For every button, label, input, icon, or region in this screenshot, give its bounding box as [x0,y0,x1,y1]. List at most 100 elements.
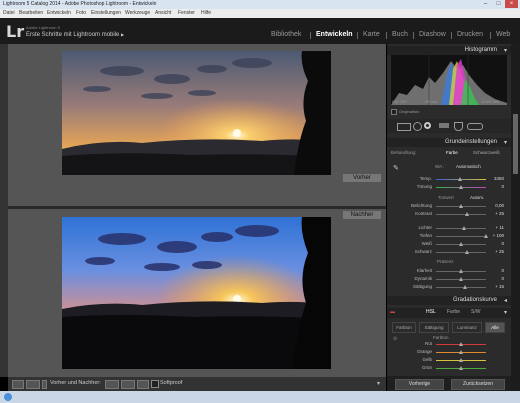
swap-before-after-button[interactable] [137,380,149,389]
module-web[interactable]: Web [496,31,510,38]
original-photo-checkbox[interactable] [391,109,397,115]
hsl-3-slider[interactable] [436,366,486,370]
treatment-color-option[interactable]: Farbe [446,150,458,155]
whites-slider[interactable] [436,242,486,246]
exposure-value[interactable]: 0,00 [488,203,504,208]
saturation-slider[interactable] [436,285,486,289]
copy-before-to-after-button[interactable] [105,380,119,389]
start-button-icon[interactable] [4,393,12,401]
menu-datei[interactable]: Datei [3,10,15,16]
treatment-bw-option[interactable]: Schwarzweiß [473,150,500,155]
white-balance-eyedropper-icon[interactable]: ✎ [393,164,399,172]
graduated-filter-icon[interactable] [439,123,449,128]
histogram-header[interactable]: Histogramm ▾ [387,46,511,55]
hsl-0-slider-handle[interactable] [459,342,463,346]
hsl-tab-all[interactable]: Alle [485,322,505,333]
tone-curve-header[interactable]: Gradationskurve ◂ [387,296,511,305]
module-drucken[interactable]: Drucken [457,31,483,38]
view-dropdown-button[interactable] [42,380,47,389]
vibrance-value[interactable]: 0 [488,276,504,281]
tone-auto-button[interactable]: Autom. [470,195,484,200]
loupe-view-button[interactable] [12,380,24,389]
module-entwickeln[interactable]: Entwickeln [316,31,353,38]
saturation-value[interactable]: + 15 [488,284,504,289]
hsl-mode-bw[interactable]: S/W [471,309,480,315]
previous-settings-button[interactable]: Vorherige [395,379,444,390]
exposure-slider[interactable] [436,204,486,208]
hsl-3-slider-handle[interactable] [459,366,463,370]
hsl-0-slider[interactable] [436,342,486,346]
saturation-slider-handle[interactable] [462,285,467,289]
tint-slider-handle[interactable] [459,185,463,189]
module-karte[interactable]: Karte [363,31,380,38]
toolbar-menu-arrow-icon[interactable]: ▾ [377,380,380,387]
copy-after-to-before-button[interactable] [121,380,135,389]
highlights-slider[interactable] [436,226,486,230]
adjustment-brush-icon[interactable] [467,123,483,130]
module-diashow[interactable]: Diashow [419,31,446,38]
blacks-value[interactable]: + 25 [488,249,504,254]
spot-removal-icon[interactable] [413,122,422,131]
vibrance-slider-handle[interactable] [459,277,463,281]
clarity-value[interactable]: 0 [488,268,504,273]
hsl-2-slider[interactable] [436,358,486,362]
temperature-value[interactable]: 3450 [488,176,504,181]
basic-panel-header[interactable]: Grundeinstellungen ▾ [387,138,511,147]
menu-einstellungen[interactable]: Einstellungen [91,10,121,16]
temperature-slider-handle[interactable] [457,177,462,181]
hsl-tab-saturation[interactable]: Sättigung [419,322,449,333]
close-button[interactable]: × [505,0,518,8]
exposure-slider-handle[interactable] [459,204,463,208]
menu-foto[interactable]: Foto [76,10,86,16]
menu-fenster[interactable]: Fenster [178,10,195,16]
contrast-value[interactable]: + 25 [488,211,504,216]
reset-button[interactable]: Zurücksetzen [451,379,505,390]
before-after-view-button[interactable] [26,380,40,389]
blacks-slider[interactable] [436,250,486,254]
hsl-2-slider-handle[interactable] [459,358,463,362]
softproof-checkbox[interactable] [151,380,159,388]
hsl-1-slider[interactable] [436,350,486,354]
menu-ansicht[interactable]: Ansicht [155,10,171,16]
menu-werkzeuge[interactable]: Werkzeuge [125,10,150,16]
white-balance-select[interactable]: Automatisch [456,164,481,169]
panel-switch-icon[interactable]: ▬ [390,309,395,315]
histogram-chart[interactable] [391,55,507,105]
blacks-slider-handle[interactable] [465,250,469,254]
clarity-slider[interactable] [436,269,486,273]
contrast-slider-handle[interactable] [465,212,469,216]
whites-slider-handle[interactable] [459,242,463,246]
whites-value[interactable]: 0 [488,241,504,246]
menu-entwickeln[interactable]: Entwickeln [47,10,71,16]
module-bibliothek[interactable]: Bibliothek [271,31,301,38]
left-panel-collapsed[interactable] [0,44,8,377]
contrast-slider[interactable] [436,212,486,216]
hsl-header[interactable]: ▬ HSL Farbe S/W ▾ [387,308,511,318]
hsl-tab-luminance[interactable]: Luminanz [452,322,482,333]
module-buch[interactable]: Buch [392,31,408,38]
crop-tool-icon[interactable] [397,123,411,131]
hsl-mode-color[interactable]: Farbe [447,309,460,315]
hsl-1-slider-handle[interactable] [459,350,463,354]
radial-filter-icon[interactable] [454,122,463,131]
highlights-value[interactable]: + 11 [488,225,504,230]
right-panel-scrollbar[interactable] [511,44,520,391]
hsl-tab-hue[interactable]: Farbton [392,322,416,333]
vibrance-slider[interactable] [436,277,486,281]
shadows-slider[interactable] [436,234,488,238]
temperature-slider[interactable] [436,177,486,181]
before-photo[interactable] [62,51,331,175]
hsl-mode-hsl[interactable]: HSL [426,309,436,315]
minimize-button[interactable]: – [479,0,492,8]
clarity-slider-handle[interactable] [459,269,463,273]
scrollbar-thumb[interactable] [513,114,518,174]
after-photo[interactable] [62,217,331,369]
maximize-button[interactable]: □ [492,0,505,8]
menu-bearbeiten[interactable]: Bearbeiten [19,10,43,16]
shadows-value[interactable]: + 100 [488,233,504,238]
menu-hilfe[interactable]: Hilfe [201,10,211,16]
tint-value[interactable]: 0 [488,184,504,189]
identity-plate-line2[interactable]: Erste Schritte mit Lightroom mobile ▶ [26,32,124,38]
tint-slider[interactable] [436,185,486,189]
highlights-slider-handle[interactable] [461,226,466,230]
